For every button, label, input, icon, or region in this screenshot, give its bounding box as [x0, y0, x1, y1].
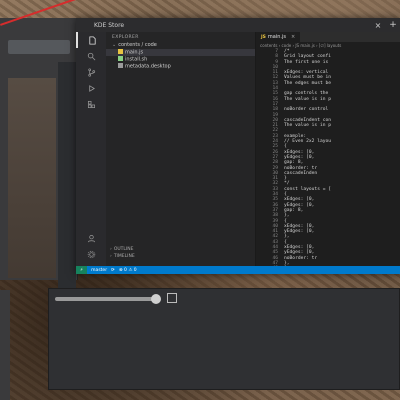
git-branch[interactable]: master [91, 268, 107, 273]
desktop-file-icon [118, 63, 123, 68]
explorer-item-folder[interactable]: ⌄ contents / code [106, 42, 255, 49]
background-document [8, 78, 56, 278]
code-text: cascadeInden [284, 170, 318, 176]
code-text: // Even 2x2 layou [284, 139, 332, 145]
code-lines[interactable]: 7/* 8 Grid layout confi 9 The first one is… [256, 49, 400, 266]
timeline-section[interactable]: › TIMELINE [106, 253, 255, 260]
sync-icon[interactable]: ⟳ [111, 268, 115, 273]
explorer-item-main-js[interactable]: main.js [106, 49, 255, 56]
search-icon[interactable] [76, 48, 106, 64]
explorer-header: EXPLORER [112, 35, 139, 40]
remote-indicator-icon[interactable]: ⚡ [76, 266, 88, 274]
code-text: The value is in p [284, 96, 332, 102]
settings-gear-icon[interactable] [76, 246, 106, 262]
outline-label: OUTLINE [113, 247, 134, 252]
code-text: const layouts = [ [284, 186, 332, 192]
problems-count[interactable]: ⊗ 0 ⚠ 0 [119, 268, 137, 273]
javascript-file-icon [118, 49, 123, 54]
background-toolbar [8, 40, 70, 54]
activity-bar [76, 32, 106, 266]
explorer-sidebar: EXPLORER ⌄ contents / code main.js instal… [106, 32, 256, 266]
javascript-badge-icon: JS [261, 34, 266, 40]
background-window-left-lower[interactable] [0, 290, 10, 400]
outline-section[interactable]: › OUTLINE [106, 246, 255, 253]
code-text: The value is in p [284, 123, 332, 129]
background-panel [58, 62, 76, 292]
explorer-item-label: main.js [125, 49, 144, 56]
shell-file-icon [118, 56, 123, 61]
editor-tab-strip: JS main.js × [256, 32, 400, 42]
window-title: KDE Store [94, 21, 125, 29]
checkbox[interactable] [167, 293, 177, 303]
breadcrumb[interactable]: contents › code › JS main.js › [∅] layou… [256, 42, 400, 49]
code-text: noBorder control [284, 107, 329, 113]
explorer-icon[interactable] [76, 32, 106, 48]
tab-main-js[interactable]: JS main.js × [256, 32, 301, 42]
close-tab-icon[interactable]: × [370, 21, 386, 30]
background-window-left[interactable] [0, 18, 78, 292]
timeline-label: TIMELINE [113, 254, 135, 259]
kde-store-window: KDE Store × + EXPLORER ⌄ contents / code… [76, 18, 400, 274]
code-editor[interactable]: JS main.js × contents › code › JS main.j… [256, 32, 400, 266]
code-text: The edges must be [284, 80, 332, 86]
explorer-item-metadata[interactable]: metadata.desktop [106, 63, 255, 70]
tab-label: main.js [267, 34, 286, 40]
explorer-item-label: install.sh [125, 56, 148, 63]
background-window-bottom[interactable] [48, 288, 400, 390]
chevron-down-icon: ⌄ [112, 42, 117, 48]
volume-slider-track[interactable] [55, 297, 155, 301]
chevron-right-icon: › [110, 254, 112, 259]
source-control-icon[interactable] [76, 64, 106, 80]
run-debug-icon[interactable] [76, 80, 106, 96]
explorer-item-label: metadata.desktop [125, 63, 171, 70]
status-bar: ⚡ master ⟳ ⊗ 0 ⚠ 0 [76, 266, 400, 274]
new-tab-icon[interactable]: + [386, 20, 400, 30]
explorer-item-install-sh[interactable]: install.sh [106, 56, 255, 63]
close-tab-icon[interactable]: × [291, 34, 295, 40]
chevron-right-icon: › [110, 247, 112, 252]
title-bar[interactable]: KDE Store × + [76, 18, 400, 32]
extensions-icon[interactable] [76, 96, 106, 112]
account-icon[interactable] [76, 230, 106, 246]
volume-slider-handle[interactable] [151, 294, 161, 304]
code-text: The first one is [284, 59, 329, 65]
explorer-item-label: contents / code [118, 42, 157, 48]
